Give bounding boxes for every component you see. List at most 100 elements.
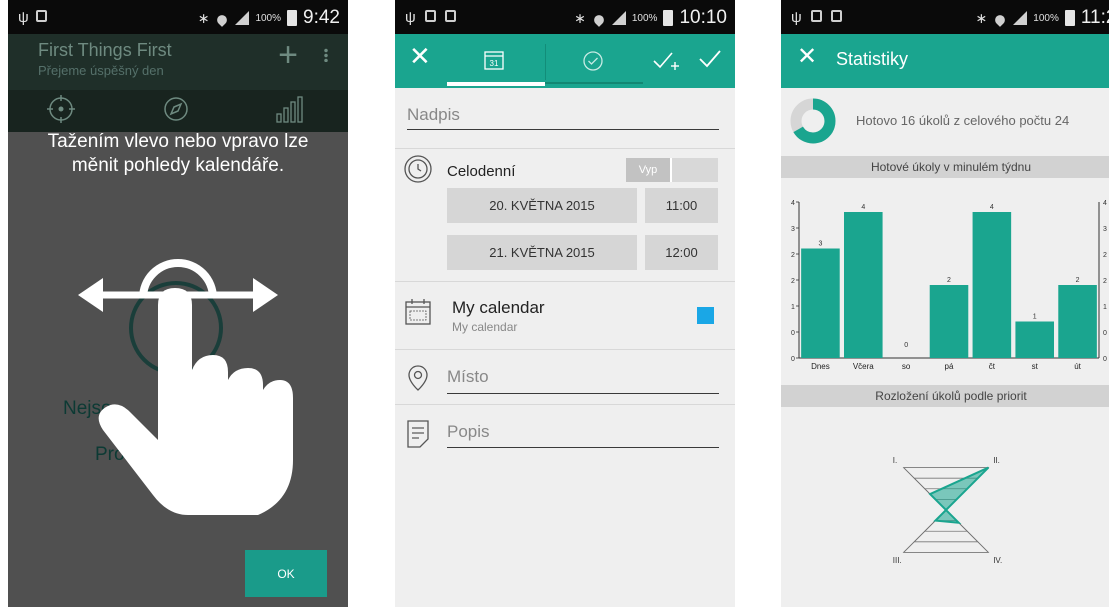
radar-series bbox=[928, 466, 990, 524]
signal-icon bbox=[235, 11, 250, 25]
start-time-button[interactable]: 11:00 bbox=[645, 188, 718, 223]
bar bbox=[972, 212, 1012, 358]
clock-icon bbox=[404, 155, 432, 183]
bar-value-label: 3 bbox=[818, 241, 822, 248]
phone-screen-statistics: ψ ∗ 100% 11:29 ✕ Statistiky Hotovo 16 úk… bbox=[781, 0, 1109, 607]
toggle-knob: Vyp bbox=[626, 158, 672, 182]
x-tick-label: Dnes bbox=[811, 362, 830, 371]
y-tick-label-right: 0 bbox=[1103, 330, 1107, 337]
bluetooth-icon: ∗ bbox=[975, 9, 988, 26]
y-tick-label-right: 1 bbox=[1103, 304, 1107, 311]
battery-icon bbox=[663, 10, 674, 26]
swipe-hint-text: Tažením vlevo nebo vpravo lze měnit pohl… bbox=[47, 131, 309, 176]
calendar-tab-icon[interactable]: 31 bbox=[482, 48, 506, 72]
battery-icon bbox=[1064, 10, 1075, 26]
all-day-toggle[interactable]: Vyp bbox=[626, 158, 718, 182]
wifi-icon bbox=[993, 11, 1007, 25]
sd-card-icon bbox=[811, 10, 822, 22]
calendar-color-swatch[interactable] bbox=[697, 307, 714, 324]
wifi-icon bbox=[592, 11, 606, 25]
battery-percent: 100% bbox=[1033, 12, 1059, 24]
clock: 10:10 bbox=[679, 7, 727, 28]
battery-percent: 100% bbox=[631, 12, 658, 24]
signal-icon bbox=[611, 11, 626, 25]
status-bar: ψ ∗ 100% 10:10 bbox=[395, 0, 735, 34]
divider bbox=[395, 404, 735, 405]
ok-button[interactable]: OK bbox=[245, 550, 327, 597]
bar bbox=[844, 212, 883, 358]
y-tick-label-left: 2 bbox=[791, 252, 795, 259]
description-icon bbox=[407, 420, 429, 448]
priority-radar-chart: I. II. III. IV. bbox=[893, 456, 1002, 565]
radar-axis-label: I. bbox=[893, 456, 897, 465]
calendar-name[interactable]: My calendar bbox=[452, 298, 545, 318]
bar-value-label: 1 bbox=[1033, 314, 1037, 321]
completion-donut bbox=[790, 98, 836, 144]
x-tick-label: so bbox=[902, 362, 911, 371]
y-tick-label-left: 3 bbox=[791, 226, 795, 233]
inactive-tab-indicator bbox=[545, 82, 643, 84]
sd-card-icon bbox=[425, 10, 436, 22]
add-icon[interactable]: + bbox=[278, 38, 298, 72]
task-tab-icon[interactable] bbox=[582, 50, 604, 72]
all-day-label: Celodenní bbox=[447, 163, 516, 180]
status-bar: ψ ∗ 100% 11:29 bbox=[781, 0, 1109, 34]
divider bbox=[395, 349, 735, 350]
compass-icon[interactable] bbox=[161, 94, 191, 124]
end-time-button[interactable]: 12:00 bbox=[645, 235, 718, 270]
bar-value-label: 2 bbox=[1076, 277, 1080, 284]
bar bbox=[801, 248, 840, 358]
x-tick-label: st bbox=[1032, 362, 1039, 371]
divider bbox=[395, 281, 735, 282]
weekly-bar-chart: 0 0 0 0 1 1 2 2 2 2 3 3 4 4 3 Dnes 4 Včera 0 so 2 pá 4 čt 1 st 2 út bbox=[791, 200, 1107, 371]
notification-icon bbox=[36, 10, 47, 22]
place-input[interactable]: Místo bbox=[447, 367, 489, 387]
x-tick-label: Včera bbox=[853, 362, 874, 371]
bar-chart-icon[interactable] bbox=[274, 94, 304, 124]
bar-value-label: 0 bbox=[904, 342, 908, 349]
description-underline bbox=[447, 447, 719, 448]
title-input[interactable]: Nadpis bbox=[407, 105, 460, 125]
usb-icon: ψ bbox=[405, 9, 416, 26]
wifi-icon bbox=[215, 11, 229, 25]
y-tick-label-right: 2 bbox=[1103, 252, 1107, 259]
y-tick-label-left: 0 bbox=[791, 356, 795, 363]
phone-screen-tutorial: ψ ∗ 100% 9:42 First Things First Přejeme… bbox=[8, 0, 348, 607]
y-tick-label-right: 2 bbox=[1103, 278, 1107, 285]
usb-icon: ψ bbox=[18, 9, 29, 26]
location-icon bbox=[408, 365, 428, 391]
overflow-menu-icon[interactable] bbox=[324, 48, 328, 62]
usb-icon: ψ bbox=[791, 9, 802, 26]
y-tick-label-right: 4 bbox=[1103, 200, 1107, 207]
completion-summary: Hotovo 16 úkolů z celového počtu 24 bbox=[856, 113, 1070, 128]
battery-percent: 100% bbox=[255, 12, 282, 24]
save-and-new-icon[interactable] bbox=[651, 46, 681, 74]
weekly-chart-header: Hotové úkoly v minulém týdnu bbox=[781, 156, 1109, 178]
bluetooth-icon: ∗ bbox=[574, 9, 586, 26]
battery-icon bbox=[287, 10, 298, 26]
notification-icon bbox=[445, 10, 456, 22]
confirm-icon[interactable] bbox=[697, 46, 723, 72]
bluetooth-icon: ∗ bbox=[197, 9, 210, 26]
app-subtitle: Přejeme úspěšný den bbox=[38, 63, 164, 78]
toolbar bbox=[781, 34, 1109, 88]
y-tick-label-left: 0 bbox=[791, 330, 795, 337]
description-input[interactable]: Popis bbox=[447, 422, 490, 442]
calendar-account: My calendar bbox=[452, 320, 518, 334]
swipe-hand-icon bbox=[78, 259, 293, 515]
bar bbox=[1058, 285, 1097, 358]
bar bbox=[1015, 321, 1054, 358]
y-tick-label-right: 0 bbox=[1103, 356, 1107, 363]
active-tab-indicator bbox=[447, 82, 545, 86]
status-bar: ψ ∗ 100% 9:42 bbox=[8, 0, 348, 34]
y-tick-label-left: 4 bbox=[791, 200, 795, 207]
bar-value-label: 4 bbox=[861, 204, 865, 211]
close-icon[interactable]: ✕ bbox=[797, 45, 817, 69]
x-tick-label: čt bbox=[989, 362, 996, 371]
target-icon[interactable] bbox=[46, 94, 76, 124]
end-date-button[interactable]: 21. KVĚTNA 2015 bbox=[447, 235, 637, 270]
start-date-button[interactable]: 20. KVĚTNA 2015 bbox=[447, 188, 637, 223]
radar-axis-label: IV. bbox=[993, 556, 1002, 565]
svg-text:31: 31 bbox=[490, 59, 499, 68]
close-icon[interactable]: ✕ bbox=[409, 43, 431, 69]
